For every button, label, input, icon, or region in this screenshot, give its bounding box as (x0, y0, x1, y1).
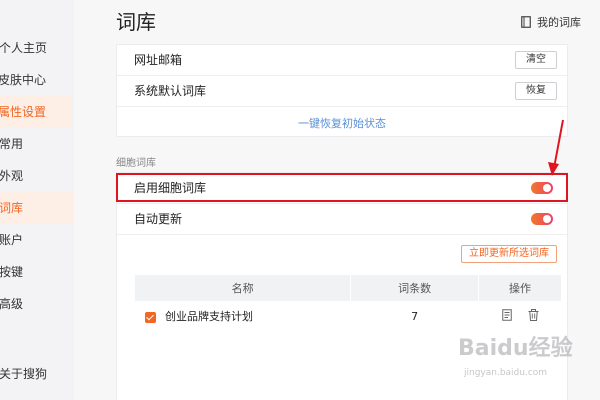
settings-row-url-email: 网址邮箱 清空 (117, 45, 567, 75)
update-selected-button[interactable]: 立即更新所选词库 (461, 245, 557, 263)
sidebar-item-advanced[interactable]: 高级 (0, 288, 73, 320)
sidebar-item-about[interactable]: 关于搜狗 (0, 358, 73, 390)
sidebar-item-preferences[interactable]: 属性设置 (0, 96, 72, 128)
row-label: 系统默认词库 (134, 84, 207, 98)
my-library-link[interactable]: 我的词库 (521, 14, 581, 30)
table-cell-actions (478, 301, 562, 331)
sidebar-item-skins[interactable]: 皮肤中心 (0, 64, 72, 96)
enable-cell-dictionary-row: 启用细胞词库 (117, 173, 567, 203)
table-cell-count: 7 (350, 301, 479, 331)
column-header-count: 词条数 (350, 275, 480, 301)
enable-cell-dictionary-toggle[interactable] (531, 182, 553, 194)
dictionary-settings-card: 网址邮箱 清空 系统默认词库 恢复 一键恢复初始状态 (116, 44, 568, 137)
column-header-name: 名称 (135, 275, 352, 301)
column-header-actions: 操作 (478, 275, 562, 301)
restore-defaults-link[interactable]: 一键恢复初始状态 (117, 115, 567, 131)
table-row: 创业品牌支持计划 7 (135, 301, 562, 331)
document-icon[interactable] (501, 308, 512, 324)
divider (117, 106, 567, 107)
dictionary-table: 名称 词条数 操作 创业品牌支持计划 7 (135, 275, 562, 331)
section-label: 细胞词库 (116, 158, 156, 169)
divider (117, 234, 567, 235)
dictionary-name: 创业品牌支持计划 (165, 310, 253, 323)
sidebar-item-appearance[interactable]: 外观 (0, 160, 73, 192)
main-content: 词库 我的词库 网址邮箱 清空 系统默认词库 恢复 一键恢复初始状态 细胞词库 … (74, 0, 600, 400)
sidebar: 个人主页 皮肤中心 属性设置 常用 外观 词库 账户 按键 高级 关于搜狗 (0, 0, 74, 400)
table-header-row: 名称 词条数 操作 (135, 275, 562, 301)
row-checkbox[interactable] (145, 311, 156, 323)
table-cell-name: 创业品牌支持计划 (135, 301, 351, 331)
trash-icon[interactable] (528, 308, 539, 324)
sidebar-item-common[interactable]: 常用 (0, 128, 73, 160)
sidebar-item-dictionary[interactable]: 词库 (0, 192, 73, 224)
sidebar-item-profile[interactable]: 个人主页 (0, 32, 73, 64)
sidebar-item-keys[interactable]: 按键 (0, 256, 73, 288)
restore-button[interactable]: 恢复 (515, 82, 557, 100)
page-title: 词库 (116, 10, 156, 34)
my-library-label: 我的词库 (537, 16, 581, 29)
auto-update-toggle[interactable] (531, 213, 553, 225)
row-label: 启用细胞词库 (134, 181, 207, 195)
sidebar-item-account[interactable]: 账户 (0, 224, 73, 256)
auto-update-row: 自动更新 (117, 204, 567, 234)
row-label: 自动更新 (134, 212, 183, 226)
settings-row-system-default: 系统默认词库 恢复 (117, 76, 567, 106)
clear-button[interactable]: 清空 (515, 51, 557, 69)
cell-dictionary-card: 启用细胞词库 自动更新 立即更新所选词库 名称 词条数 操作 创业品牌支持计划 (116, 172, 568, 400)
book-icon (521, 16, 531, 28)
row-label: 网址邮箱 (134, 53, 183, 67)
